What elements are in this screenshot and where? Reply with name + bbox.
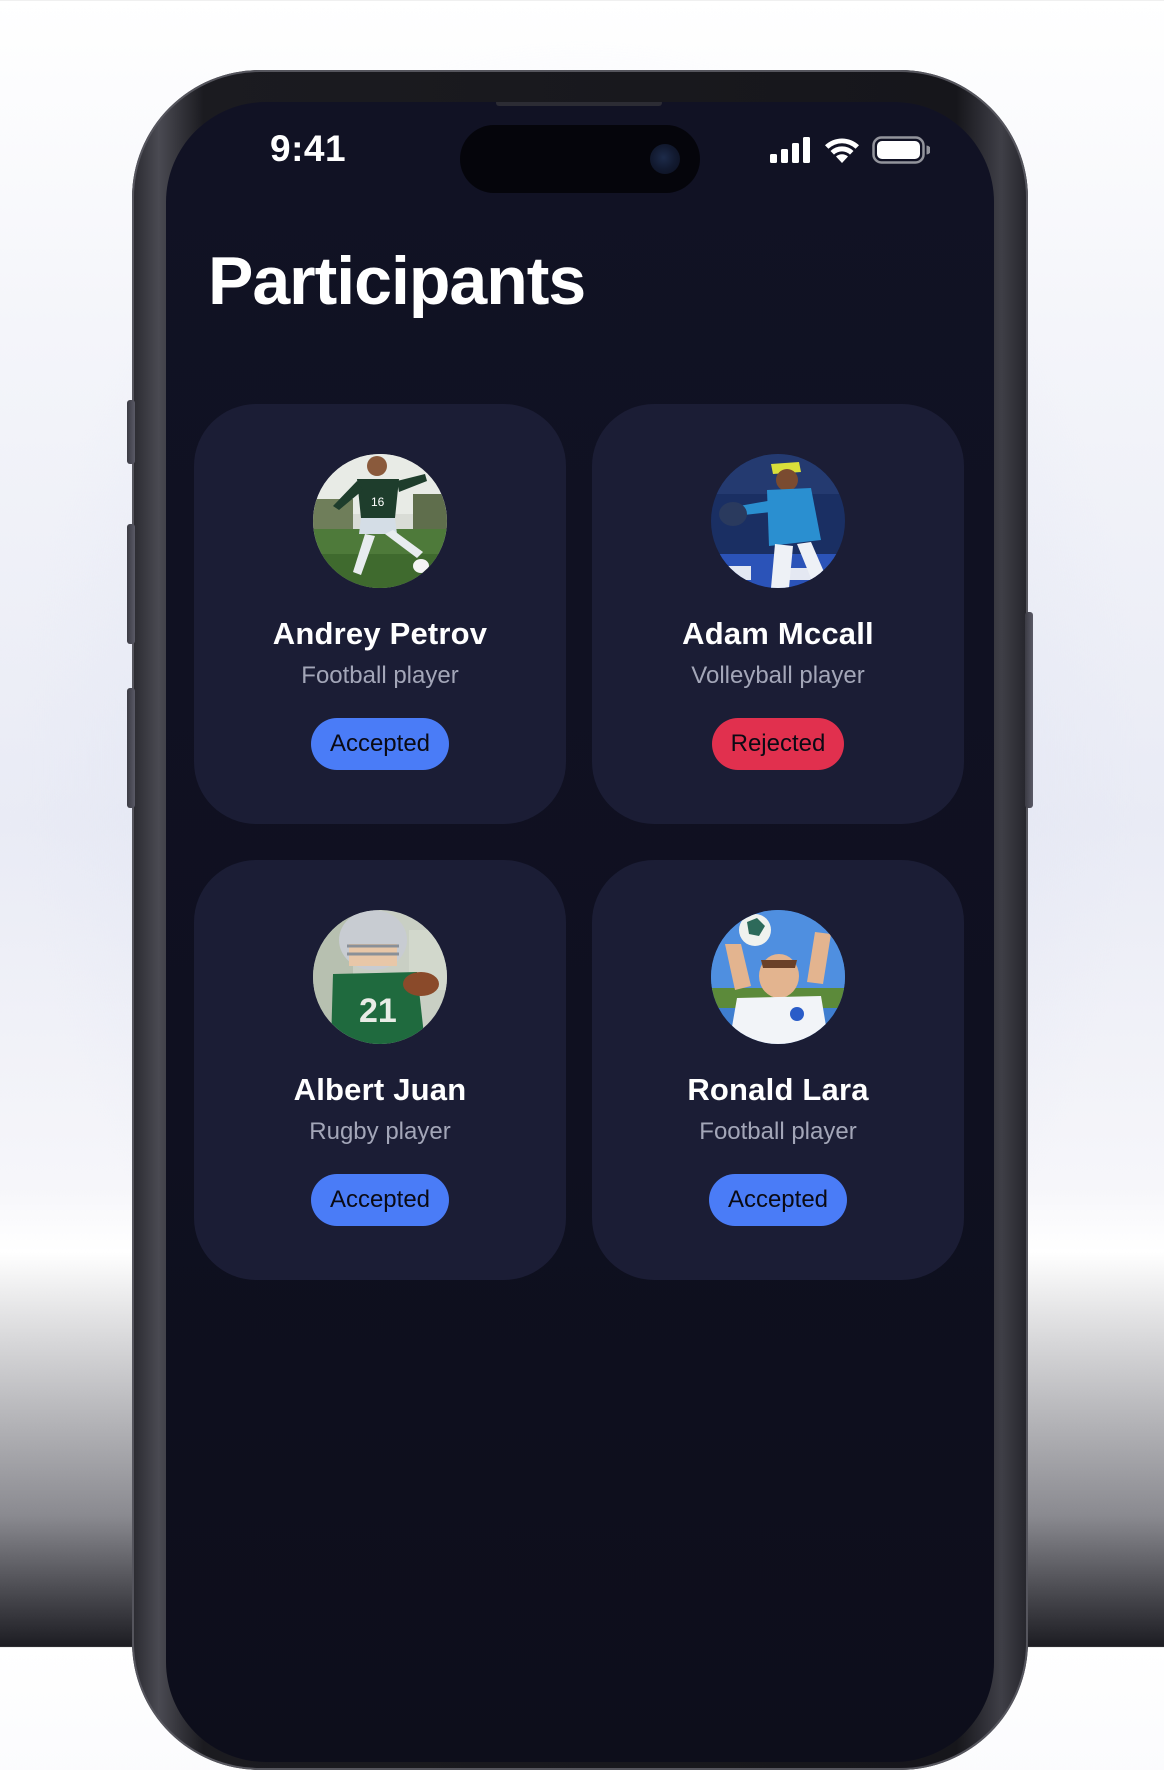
avatar [711,454,845,588]
avatar: 16 [313,454,447,588]
speaker-grille [496,102,662,106]
avatar: 21 [313,910,447,1044]
goalkeeper-ball-photo [711,910,845,1044]
football-player-kicking-photo: 16 [313,454,447,588]
participant-name: Albert Juan [293,1072,467,1107]
phone-screen: 9:41 Participants 16 Andrey Petrov Footb… [166,102,994,1762]
participant-name: Ronald Lara [687,1072,869,1107]
status-badge: Rejected [711,718,845,770]
participant-role: Football player [301,662,459,689]
helmeted-player-photo: 21 [313,910,447,1044]
dynamic-island [460,125,700,193]
participant-name: Andrey Petrov [272,616,488,651]
status-badge: Accepted [708,1174,848,1226]
participant-role: Rugby player [309,1118,451,1145]
participant-card[interactable]: Adam Mccall Volleyball player Rejected [592,404,964,824]
cellular-signal-icon [770,137,810,163]
participant-role: Volleyball player [691,662,865,689]
participant-role: Football player [699,1118,857,1145]
participant-card[interactable]: Ronald Lara Football player Accepted [592,860,964,1280]
status-badge: Accepted [310,718,450,770]
volume-up-button [127,524,135,644]
pitcher-throwing-photo [711,454,845,588]
participants-grid: 16 Andrey Petrov Football player Accepte… [194,404,964,1280]
status-time: 9:41 [270,128,347,169]
participant-card[interactable]: 21 Albert Juan Rugby player Accepted [194,860,566,1280]
avatar [711,910,845,1044]
power-button [1025,612,1033,808]
action-button [127,400,135,464]
page-title: Participants [208,243,586,319]
participant-name: Adam Mccall [682,616,874,651]
wifi-icon [825,138,859,163]
front-camera-icon [650,144,680,174]
participant-card[interactable]: 16 Andrey Petrov Football player Accepte… [194,404,566,824]
status-icons [770,136,930,164]
volume-down-button [127,688,135,808]
battery-icon [872,136,930,164]
status-badge: Accepted [310,1174,450,1226]
svg-text:16: 16 [371,495,385,509]
svg-text:21: 21 [359,992,397,1030]
